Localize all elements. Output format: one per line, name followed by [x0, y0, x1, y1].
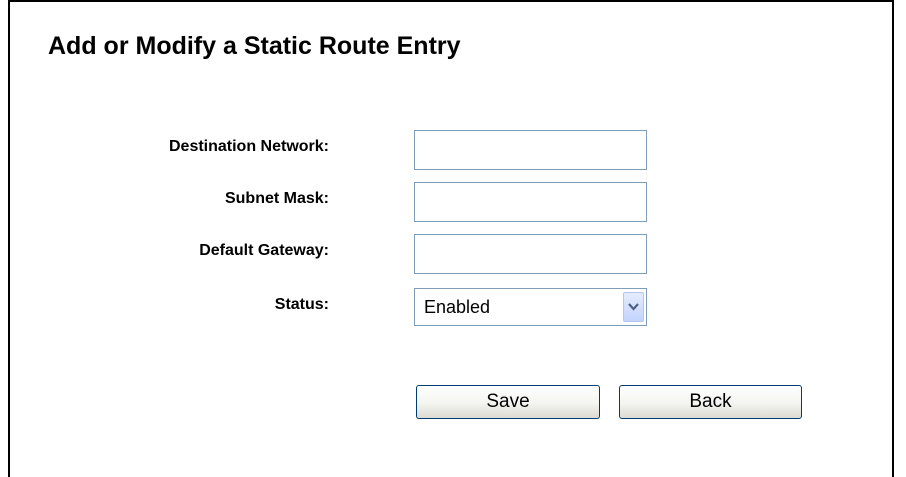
page-frame: Add or Modify a Static Route Entry Desti… — [8, 0, 894, 477]
chevron-down-icon — [628, 303, 639, 311]
destination-network-label: Destination Network: — [168, 138, 329, 155]
page-title: Add or Modify a Static Route Entry — [48, 32, 461, 60]
status-select[interactable]: Enabled — [414, 288, 647, 326]
back-button[interactable]: Back — [619, 385, 802, 419]
destination-network-input[interactable] — [414, 130, 647, 170]
default-gateway-input[interactable] — [414, 234, 647, 274]
status-label: Status: — [274, 296, 329, 313]
subnet-mask-input[interactable] — [414, 182, 647, 222]
status-selected-value: Enabled — [424, 297, 491, 317]
default-gateway-label: Default Gateway: — [199, 242, 329, 259]
save-button[interactable]: Save — [416, 385, 600, 419]
dropdown-arrow-button[interactable] — [623, 292, 644, 322]
subnet-mask-label: Subnet Mask: — [224, 190, 329, 207]
